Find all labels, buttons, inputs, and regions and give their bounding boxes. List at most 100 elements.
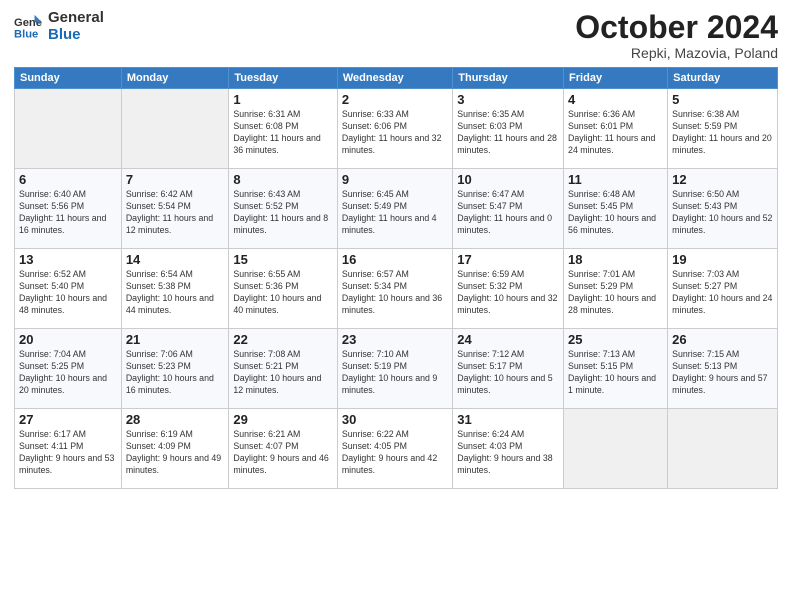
title-block: October 2024 Repki, Mazovia, Poland bbox=[575, 10, 778, 61]
subtitle: Repki, Mazovia, Poland bbox=[575, 45, 778, 61]
sunset: Sunset: 6:06 PM bbox=[342, 121, 407, 131]
day-number: 2 bbox=[342, 92, 448, 107]
day-info: Sunrise: 7:15 AM Sunset: 5:13 PM Dayligh… bbox=[672, 349, 773, 397]
day-info: Sunrise: 6:40 AM Sunset: 5:56 PM Dayligh… bbox=[19, 189, 117, 237]
logo: General Blue General Blue bbox=[14, 10, 104, 43]
sunset: Sunset: 4:07 PM bbox=[233, 441, 298, 451]
day-number: 31 bbox=[457, 412, 559, 427]
daylight: Daylight: 10 hours and 1 minute. bbox=[568, 373, 656, 395]
sunrise: Sunrise: 7:10 AM bbox=[342, 349, 409, 359]
day-cell: 26 Sunrise: 7:15 AM Sunset: 5:13 PM Dayl… bbox=[668, 329, 778, 409]
sunset: Sunset: 4:11 PM bbox=[19, 441, 83, 451]
sunset: Sunset: 5:45 PM bbox=[568, 201, 633, 211]
sunset: Sunset: 6:08 PM bbox=[233, 121, 298, 131]
sunrise: Sunrise: 6:36 AM bbox=[568, 109, 635, 119]
day-info: Sunrise: 7:08 AM Sunset: 5:21 PM Dayligh… bbox=[233, 349, 332, 397]
day-number: 25 bbox=[568, 332, 663, 347]
sunset: Sunset: 5:49 PM bbox=[342, 201, 407, 211]
day-info: Sunrise: 6:38 AM Sunset: 5:59 PM Dayligh… bbox=[672, 109, 773, 157]
col-thursday: Thursday bbox=[453, 68, 564, 89]
day-cell: 9 Sunrise: 6:45 AM Sunset: 5:49 PM Dayli… bbox=[337, 169, 452, 249]
day-number: 28 bbox=[126, 412, 225, 427]
day-number: 7 bbox=[126, 172, 225, 187]
daylight: Daylight: 10 hours and 44 minutes. bbox=[126, 293, 214, 315]
day-info: Sunrise: 7:12 AM Sunset: 5:17 PM Dayligh… bbox=[457, 349, 559, 397]
sunrise: Sunrise: 7:04 AM bbox=[19, 349, 86, 359]
day-number: 17 bbox=[457, 252, 559, 267]
day-number: 8 bbox=[233, 172, 332, 187]
sunset: Sunset: 5:34 PM bbox=[342, 281, 407, 291]
day-number: 15 bbox=[233, 252, 332, 267]
daylight: Daylight: 11 hours and 36 minutes. bbox=[233, 133, 320, 155]
sunset: Sunset: 4:09 PM bbox=[126, 441, 191, 451]
daylight: Daylight: 11 hours and 16 minutes. bbox=[19, 213, 106, 235]
col-friday: Friday bbox=[564, 68, 668, 89]
sunrise: Sunrise: 6:31 AM bbox=[233, 109, 300, 119]
day-cell: 13 Sunrise: 6:52 AM Sunset: 5:40 PM Dayl… bbox=[15, 249, 122, 329]
header: General Blue General Blue October 2024 R… bbox=[14, 10, 778, 61]
day-cell bbox=[121, 89, 229, 169]
daylight: Daylight: 10 hours and 5 minutes. bbox=[457, 373, 552, 395]
sunrise: Sunrise: 6:38 AM bbox=[672, 109, 739, 119]
sunrise: Sunrise: 6:22 AM bbox=[342, 429, 409, 439]
daylight: Daylight: 10 hours and 52 minutes. bbox=[672, 213, 772, 235]
daylight: Daylight: 10 hours and 16 minutes. bbox=[126, 373, 214, 395]
day-cell: 7 Sunrise: 6:42 AM Sunset: 5:54 PM Dayli… bbox=[121, 169, 229, 249]
day-cell: 27 Sunrise: 6:17 AM Sunset: 4:11 PM Dayl… bbox=[15, 409, 122, 489]
day-number: 21 bbox=[126, 332, 225, 347]
day-number: 3 bbox=[457, 92, 559, 107]
col-tuesday: Tuesday bbox=[229, 68, 337, 89]
sunrise: Sunrise: 6:48 AM bbox=[568, 189, 635, 199]
day-cell: 3 Sunrise: 6:35 AM Sunset: 6:03 PM Dayli… bbox=[453, 89, 564, 169]
day-number: 11 bbox=[568, 172, 663, 187]
daylight: Daylight: 10 hours and 20 minutes. bbox=[19, 373, 107, 395]
col-saturday: Saturday bbox=[668, 68, 778, 89]
sunrise: Sunrise: 6:17 AM bbox=[19, 429, 86, 439]
daylight: Daylight: 9 hours and 38 minutes. bbox=[457, 453, 552, 475]
sunrise: Sunrise: 6:40 AM bbox=[19, 189, 86, 199]
day-info: Sunrise: 6:48 AM Sunset: 5:45 PM Dayligh… bbox=[568, 189, 663, 237]
daylight: Daylight: 11 hours and 4 minutes. bbox=[342, 213, 437, 235]
day-number: 20 bbox=[19, 332, 117, 347]
day-cell: 1 Sunrise: 6:31 AM Sunset: 6:08 PM Dayli… bbox=[229, 89, 337, 169]
sunset: Sunset: 5:36 PM bbox=[233, 281, 298, 291]
sunrise: Sunrise: 6:19 AM bbox=[126, 429, 193, 439]
day-info: Sunrise: 6:19 AM Sunset: 4:09 PM Dayligh… bbox=[126, 429, 225, 477]
sunset: Sunset: 5:23 PM bbox=[126, 361, 191, 371]
sunset: Sunset: 6:01 PM bbox=[568, 121, 633, 131]
week-row-2: 6 Sunrise: 6:40 AM Sunset: 5:56 PM Dayli… bbox=[15, 169, 778, 249]
sunrise: Sunrise: 6:47 AM bbox=[457, 189, 524, 199]
sunrise: Sunrise: 7:15 AM bbox=[672, 349, 739, 359]
daylight: Daylight: 9 hours and 46 minutes. bbox=[233, 453, 328, 475]
day-cell: 2 Sunrise: 6:33 AM Sunset: 6:06 PM Dayli… bbox=[337, 89, 452, 169]
sunrise: Sunrise: 6:57 AM bbox=[342, 269, 409, 279]
sunset: Sunset: 5:59 PM bbox=[672, 121, 737, 131]
day-cell: 4 Sunrise: 6:36 AM Sunset: 6:01 PM Dayli… bbox=[564, 89, 668, 169]
logo-icon: General Blue bbox=[14, 13, 42, 41]
sunrise: Sunrise: 7:13 AM bbox=[568, 349, 635, 359]
sunrise: Sunrise: 6:45 AM bbox=[342, 189, 409, 199]
week-row-4: 20 Sunrise: 7:04 AM Sunset: 5:25 PM Dayl… bbox=[15, 329, 778, 409]
daylight: Daylight: 11 hours and 32 minutes. bbox=[342, 133, 442, 155]
day-cell: 18 Sunrise: 7:01 AM Sunset: 5:29 PM Dayl… bbox=[564, 249, 668, 329]
week-row-5: 27 Sunrise: 6:17 AM Sunset: 4:11 PM Dayl… bbox=[15, 409, 778, 489]
day-cell: 21 Sunrise: 7:06 AM Sunset: 5:23 PM Dayl… bbox=[121, 329, 229, 409]
day-info: Sunrise: 6:22 AM Sunset: 4:05 PM Dayligh… bbox=[342, 429, 448, 477]
day-number: 26 bbox=[672, 332, 773, 347]
sunrise: Sunrise: 6:33 AM bbox=[342, 109, 409, 119]
daylight: Daylight: 10 hours and 32 minutes. bbox=[457, 293, 557, 315]
sunset: Sunset: 4:05 PM bbox=[342, 441, 407, 451]
day-number: 30 bbox=[342, 412, 448, 427]
sunrise: Sunrise: 7:03 AM bbox=[672, 269, 739, 279]
sunrise: Sunrise: 6:42 AM bbox=[126, 189, 193, 199]
day-info: Sunrise: 6:57 AM Sunset: 5:34 PM Dayligh… bbox=[342, 269, 448, 317]
day-info: Sunrise: 6:35 AM Sunset: 6:03 PM Dayligh… bbox=[457, 109, 559, 157]
day-cell: 17 Sunrise: 6:59 AM Sunset: 5:32 PM Dayl… bbox=[453, 249, 564, 329]
day-cell: 11 Sunrise: 6:48 AM Sunset: 5:45 PM Dayl… bbox=[564, 169, 668, 249]
sunset: Sunset: 5:19 PM bbox=[342, 361, 407, 371]
daylight: Daylight: 9 hours and 42 minutes. bbox=[342, 453, 437, 475]
col-wednesday: Wednesday bbox=[337, 68, 452, 89]
day-info: Sunrise: 6:21 AM Sunset: 4:07 PM Dayligh… bbox=[233, 429, 332, 477]
day-cell: 14 Sunrise: 6:54 AM Sunset: 5:38 PM Dayl… bbox=[121, 249, 229, 329]
page-container: General Blue General Blue October 2024 R… bbox=[0, 0, 792, 497]
